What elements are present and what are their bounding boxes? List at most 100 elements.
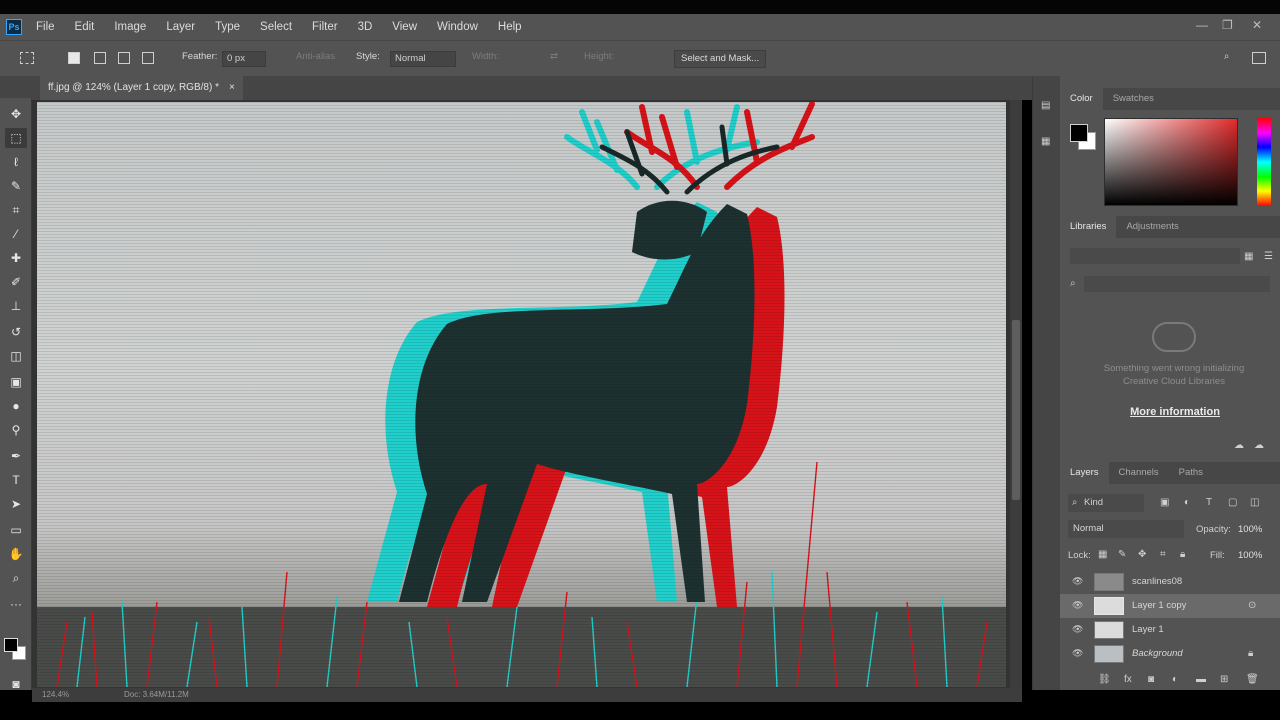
layer-name[interactable]: scanlines08 (1132, 576, 1182, 587)
rectangle-tool-icon[interactable]: ▭ (8, 522, 24, 538)
layer-name[interactable]: Layer 1 (1132, 624, 1164, 635)
more-tools-icon[interactable]: ··· (8, 596, 24, 612)
color-picker-field[interactable] (1104, 118, 1238, 206)
brush-tool-icon[interactable]: ✐ (8, 274, 24, 290)
intersect-selection-icon[interactable] (142, 52, 154, 64)
tab-adjustments[interactable]: Adjustments (1116, 216, 1188, 238)
menu-type[interactable]: Type (215, 21, 240, 33)
filter-pixel-icon[interactable]: ▣ (1160, 497, 1169, 508)
panel-foreground-swatch[interactable] (1070, 124, 1088, 142)
type-tool-icon[interactable]: T (8, 472, 24, 488)
list-view-icon[interactable]: ☰ (1264, 251, 1273, 262)
path-select-tool-icon[interactable]: ➤ (8, 496, 24, 512)
layer-name[interactable]: Layer 1 copy (1132, 600, 1186, 611)
add-layer-style-icon[interactable]: fx (1124, 674, 1132, 685)
opacity-input[interactable]: 100% (1238, 524, 1262, 535)
delete-layer-icon[interactable]: 🗑︎ (1246, 674, 1259, 685)
layer-filter-select[interactable]: ⌕ Kind (1068, 494, 1144, 512)
quick-select-tool-icon[interactable]: ✎ (8, 178, 24, 194)
select-and-mask-button[interactable]: Select and Mask... (674, 50, 767, 68)
new-selection-icon[interactable] (68, 52, 80, 64)
menu-3d[interactable]: 3D (358, 21, 373, 33)
tab-layers[interactable]: Layers (1060, 462, 1109, 484)
menu-view[interactable]: View (392, 21, 417, 33)
hue-slider[interactable] (1257, 118, 1271, 206)
close-window-icon[interactable]: ✕ (1252, 18, 1262, 32)
filter-smart-object-icon[interactable]: ◫ (1250, 497, 1259, 508)
gradient-tool-icon[interactable]: ▣ (8, 374, 24, 390)
document-canvas[interactable] (37, 102, 1006, 687)
new-adjustment-icon[interactable]: ◐ (1172, 674, 1178, 685)
menu-edit[interactable]: Edit (75, 21, 95, 33)
healing-brush-tool-icon[interactable]: ✚ (8, 250, 24, 266)
tab-color[interactable]: Color (1060, 88, 1103, 110)
eraser-tool-icon[interactable]: ◫ (8, 348, 24, 364)
menu-select[interactable]: Select (260, 21, 292, 33)
more-information-link[interactable]: More information (1060, 406, 1280, 418)
history-panel-icon[interactable]: ▤ (1041, 100, 1050, 111)
tab-paths[interactable]: Paths (1169, 462, 1213, 484)
zoom-tool-icon[interactable]: ⌕ (8, 570, 24, 586)
menu-window[interactable]: Window (437, 21, 478, 33)
zoom-level[interactable]: 124.4% (42, 690, 69, 699)
scrollbar-thumb[interactable] (1012, 320, 1020, 500)
close-tab-icon[interactable]: × (229, 76, 235, 100)
menu-filter[interactable]: Filter (312, 21, 338, 33)
lock-image-icon[interactable]: ✎ (1118, 549, 1126, 560)
workspace-icon[interactable] (1252, 52, 1266, 64)
history-brush-tool-icon[interactable]: ↺ (8, 324, 24, 340)
link-layers-icon[interactable]: ⛓ (1098, 674, 1111, 685)
feather-input[interactable]: 0 px (222, 51, 266, 67)
menu-help[interactable]: Help (498, 21, 522, 33)
vertical-scrollbar[interactable] (1010, 100, 1022, 690)
layer-name[interactable]: Background (1132, 648, 1183, 659)
menu-layer[interactable]: Layer (166, 21, 195, 33)
foreground-color-swatch[interactable] (4, 638, 18, 652)
visibility-eye-icon[interactable]: 👁︎ (1072, 624, 1083, 634)
pen-tool-icon[interactable]: ✒ (8, 448, 24, 464)
swap-icon[interactable]: ⇄ (550, 51, 558, 62)
marquee-preset-icon[interactable] (20, 52, 34, 64)
lock-transparent-icon[interactable]: ▦ (1098, 549, 1107, 560)
layer-style-icon[interactable]: ⊙ (1248, 600, 1256, 611)
filter-adjustment-icon[interactable]: ◐ (1184, 497, 1190, 508)
style-select[interactable]: Normal (390, 51, 456, 67)
tab-swatches[interactable]: Swatches (1103, 88, 1164, 110)
properties-panel-icon[interactable]: ▦ (1041, 136, 1050, 147)
library-search-icon[interactable]: ⌕ (1070, 278, 1076, 289)
hand-tool-icon[interactable]: ✋ (8, 546, 24, 562)
clone-stamp-tool-icon[interactable]: ⊥ (8, 298, 24, 314)
layer-row[interactable]: 👁︎ Layer 1 (1060, 618, 1280, 642)
lasso-tool-icon[interactable]: ℓ (8, 154, 24, 170)
move-tool-icon[interactable]: ✥ (8, 106, 24, 122)
quick-mask-icon[interactable]: ◙ (8, 676, 24, 692)
library-select[interactable] (1070, 248, 1240, 264)
filter-shape-icon[interactable]: ▢ (1228, 497, 1237, 508)
visibility-eye-icon[interactable]: 👁︎ (1072, 648, 1083, 658)
cc-sync-icon[interactable]: ☁ (1234, 440, 1244, 451)
tab-channels[interactable]: Channels (1109, 462, 1169, 484)
lock-all-icon[interactable]: 🔒︎ (1180, 549, 1185, 560)
new-layer-icon[interactable]: ⊞ (1220, 674, 1228, 685)
blur-tool-icon[interactable]: ● (8, 398, 24, 414)
search-icon[interactable]: ⌕ (1224, 51, 1229, 62)
add-selection-icon[interactable] (94, 52, 106, 64)
filter-type-icon[interactable]: T (1206, 497, 1212, 508)
layer-row-selected[interactable]: 👁︎ Layer 1 copy ⊙ (1060, 594, 1280, 618)
layer-row[interactable]: 👁︎ Background 🔒︎ (1060, 642, 1280, 666)
marquee-tool-icon[interactable]: ⬚ (5, 128, 27, 148)
blend-mode-select[interactable]: Normal (1068, 520, 1184, 538)
dodge-tool-icon[interactable]: ⚲ (8, 422, 24, 438)
lock-artboard-icon[interactable]: ⌗ (1160, 549, 1166, 560)
eyedropper-tool-icon[interactable]: ⁄ (8, 226, 24, 242)
lock-position-icon[interactable]: ✥ (1138, 549, 1146, 560)
menu-file[interactable]: File (36, 21, 55, 33)
add-mask-icon[interactable]: ◙ (1148, 674, 1154, 685)
tab-libraries[interactable]: Libraries (1060, 216, 1117, 238)
menu-image[interactable]: Image (114, 21, 146, 33)
antialias-checkbox[interactable]: Anti-alias (296, 51, 335, 62)
library-search-input[interactable] (1084, 276, 1270, 292)
subtract-selection-icon[interactable] (118, 52, 130, 64)
document-tab[interactable]: ff.jpg @ 124% (Layer 1 copy, RGB/8) * × (40, 76, 243, 100)
crop-tool-icon[interactable]: ⌗ (8, 202, 24, 218)
